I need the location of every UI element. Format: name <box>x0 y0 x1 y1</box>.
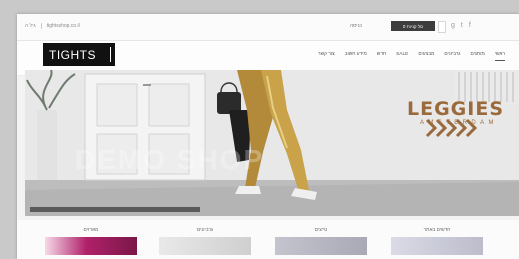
main-nav: צור קשר מידע חשוב חדש SALE מבצעים גרביונ… <box>318 52 505 61</box>
category-label: גרביונים <box>196 228 214 233</box>
topbar-item-1[interactable]: גיל ה <box>25 23 36 29</box>
social-links: g t f <box>451 22 471 30</box>
top-bar: גיל ה tightsshop.co.il כניסה סל קניות 0 … <box>17 14 519 41</box>
nav-item-new[interactable]: חדש <box>377 52 386 61</box>
nav-item-tights[interactable]: גרביונים <box>444 52 460 61</box>
watermark: DEMO SHOP <box>75 144 265 175</box>
category-label: טייצים <box>314 228 328 233</box>
category-thumb <box>159 237 251 255</box>
nav-item-sale[interactable]: SALE <box>396 52 408 61</box>
category-label: חדשים באתר <box>423 228 451 233</box>
category-thumb <box>275 237 367 255</box>
search-toggle[interactable] <box>438 21 446 33</box>
browser-frame: גיל ה tightsshop.co.il כניסה סל קניות 0 … <box>17 14 519 259</box>
topbar-item-2[interactable]: tightsshop.co.il <box>47 23 80 29</box>
facebook-icon[interactable]: f <box>469 22 471 30</box>
google-plus-icon[interactable]: g <box>451 22 455 30</box>
category-thumb <box>45 237 137 255</box>
hero-banner[interactable]: DEMO SHOP <box>25 70 519 216</box>
nav-item-brands[interactable]: מותגים <box>470 52 484 61</box>
category-new[interactable]: חדשים באתר <box>391 228 483 255</box>
cart-label: סל קניות 0 <box>402 23 424 29</box>
category-packs[interactable]: מארזים <box>45 228 137 255</box>
divider <box>40 23 42 29</box>
nav-item-deals[interactable]: מבצעים <box>418 52 434 61</box>
nav-item-home[interactable]: ראשי <box>494 52 505 61</box>
logo-text: TIGHTS <box>49 47 96 62</box>
category-leggings[interactable]: טייצים <box>275 228 367 255</box>
cart-button[interactable]: סל קניות 0 <box>391 21 435 31</box>
login-link[interactable]: כניסה <box>350 23 362 29</box>
nav-item-info[interactable]: מידע חשוב <box>345 52 367 61</box>
hero-image <box>25 70 519 216</box>
twitter-icon[interactable]: t <box>461 22 463 30</box>
site-logo[interactable]: TIGHTS <box>43 43 115 66</box>
nav-item-contact[interactable]: צור קשר <box>318 52 335 61</box>
logo-bar <box>110 47 111 62</box>
category-tights[interactable]: גרביונים <box>159 228 251 255</box>
topbar-left: גיל ה tightsshop.co.il <box>25 23 80 29</box>
hero-brand-title: LEGGIES <box>407 98 505 120</box>
hero-brand-subtitle: AMSTERDAM <box>420 120 498 126</box>
category-thumb <box>391 237 483 255</box>
category-label: מארזים <box>83 228 99 233</box>
category-strip: מארזים גרביונים טייצים חדשים באתר <box>17 220 519 259</box>
